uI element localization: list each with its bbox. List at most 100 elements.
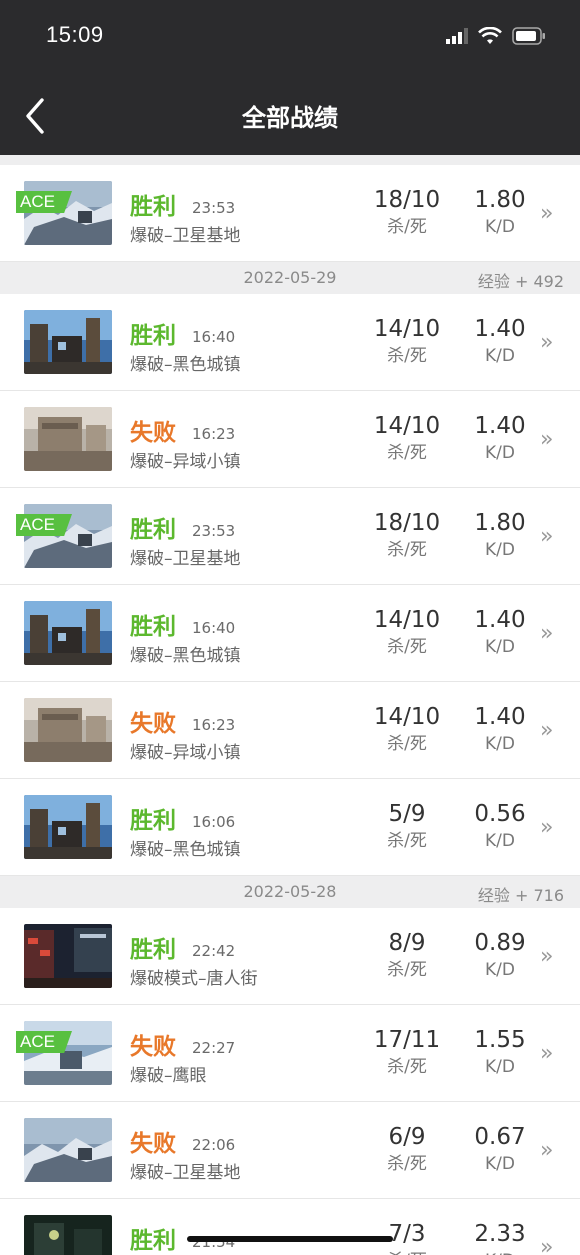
- match-result: 胜利: [130, 937, 176, 963]
- section-exp: 经验 + 716: [477, 886, 564, 905]
- match-result: 胜利: [130, 323, 176, 349]
- nav-bar: 全部战绩: [0, 80, 580, 155]
- match-row[interactable]: 胜利 16:40 爆破–黑色城镇 14/10 杀/死 1.40 K/D »: [0, 585, 580, 682]
- match-result: 失败: [130, 420, 176, 446]
- match-result: 胜利: [130, 194, 176, 220]
- double-chevron-right-icon[interactable]: »: [540, 718, 553, 743]
- kills-deaths-value: 14/10: [373, 704, 441, 730]
- match-result: 失败: [130, 1034, 176, 1060]
- match-row[interactable]: ACE 胜利 23:53 爆破–卫星基地 18/10 杀/死 1.80 K/D »: [0, 488, 580, 585]
- page-title: 全部战绩: [242, 104, 338, 132]
- kills-deaths-value: 6/9: [388, 1124, 426, 1150]
- map-thumbnail: [24, 407, 112, 471]
- kd-ratio-value: 0.89: [474, 930, 526, 956]
- kd-ratio-value: 0.67: [474, 1124, 526, 1150]
- kd-ratio-value: 0.56: [474, 801, 526, 827]
- kd-ratio: 1.40 K/D: [455, 605, 545, 659]
- match-mode: 爆破模式–唐人街: [130, 969, 258, 989]
- match-time: 23:53: [192, 522, 236, 540]
- kd-ratio-value: 1.40: [474, 413, 526, 439]
- kills-deaths: 18/10 杀/死: [362, 508, 452, 562]
- match-mode: 爆破–黑色城镇: [130, 840, 241, 860]
- match-mode: 爆破–异域小镇: [130, 452, 241, 472]
- double-chevron-right-icon[interactable]: »: [540, 1041, 553, 1066]
- kills-deaths: 8/9 杀/死: [362, 928, 452, 982]
- match-row[interactable]: 失败 16:23 爆破–异域小镇 14/10 杀/死 1.40 K/D »: [0, 391, 580, 488]
- kd-ratio: 0.89 K/D: [455, 928, 545, 982]
- match-time: 16:40: [192, 619, 236, 637]
- kills-deaths: 5/9 杀/死: [362, 799, 452, 853]
- battery-icon: [512, 27, 545, 45]
- kills-deaths-label: 杀/死: [387, 217, 427, 237]
- kills-deaths: 6/9 杀/死: [362, 1122, 452, 1176]
- kd-ratio-value: 1.40: [474, 316, 526, 342]
- kd-ratio: 1.55 K/D: [455, 1025, 545, 1079]
- double-chevron-right-icon[interactable]: »: [540, 201, 553, 226]
- double-chevron-right-icon[interactable]: »: [540, 1138, 553, 1163]
- kd-ratio-label: K/D: [485, 443, 515, 463]
- match-row[interactable]: 失败 16:23 爆破–异域小镇 14/10 杀/死 1.40 K/D »: [0, 682, 580, 779]
- kd-ratio-label: K/D: [485, 734, 515, 754]
- match-row[interactable]: ACE 失败 22:27 爆破–鹰眼 17/11 杀/死 1.55 K/D »: [0, 1005, 580, 1102]
- kd-ratio: 1.40 K/D: [455, 411, 545, 465]
- ace-badge: ACE: [16, 1031, 72, 1053]
- match-row[interactable]: 胜利 16:40 爆破–黑色城镇 14/10 杀/死 1.40 K/D »: [0, 294, 580, 391]
- map-thumbnail: [24, 1215, 112, 1255]
- kills-deaths-label: 杀/死: [387, 1057, 427, 1077]
- double-chevron-right-icon[interactable]: »: [540, 330, 553, 355]
- kills-deaths: 18/10 杀/死: [362, 185, 452, 239]
- kills-deaths-value: 17/11: [373, 1027, 441, 1053]
- match-time: 22:27: [192, 1039, 236, 1057]
- kills-deaths-label: 杀/死: [387, 443, 427, 463]
- match-time: 16:23: [192, 716, 236, 734]
- double-chevron-right-icon[interactable]: »: [540, 621, 553, 646]
- match-row[interactable]: 胜利21:54爆破–潜艇7/3杀/死2.33K/D»: [0, 1199, 580, 1255]
- kills-deaths-label: 杀/死: [387, 831, 427, 851]
- match-result: 失败: [130, 1131, 176, 1157]
- match-row[interactable]: 胜利 22:42 爆破模式–唐人街 8/9 杀/死 0.89 K/D »: [0, 908, 580, 1005]
- match-list[interactable]: ACE 胜利 23:53 爆破–卫星基地 18/10 杀/死 1.80 K/D» 2022-05…: [0, 155, 580, 1255]
- double-chevron-right-icon[interactable]: »: [540, 427, 553, 452]
- kills-deaths-label: 杀/死: [387, 540, 427, 560]
- match-time: 16:06: [192, 813, 236, 831]
- kills-deaths: 14/10 杀/死: [362, 702, 452, 756]
- map-thumbnail: [24, 698, 112, 762]
- status-icons: [446, 27, 546, 45]
- match-mode: 爆破–异域小镇: [130, 743, 241, 763]
- kd-ratio-value: 1.80: [474, 187, 526, 213]
- kills-deaths-label: 杀/死: [362, 1249, 452, 1255]
- kills-deaths-label: 杀/死: [387, 346, 427, 366]
- kd-ratio: 0.67 K/D: [455, 1122, 545, 1176]
- section-exp: 经验 + 492: [477, 272, 564, 291]
- status-bar: 15:09: [0, 0, 580, 80]
- kd-ratio: 1.80 K/D: [455, 185, 545, 239]
- kills-deaths-value: 14/10: [373, 607, 441, 633]
- match-mode: 爆破–卫星基地: [130, 549, 241, 569]
- map-thumbnail: [24, 924, 112, 988]
- kd-ratio: 2.33 K/D: [455, 1219, 545, 1255]
- match-row[interactable]: ACE 胜利 23:53 爆破–卫星基地 18/10 杀/死 1.80 K/D »: [0, 165, 580, 262]
- double-chevron-right-icon[interactable]: »: [540, 1235, 553, 1255]
- double-chevron-right-icon[interactable]: »: [540, 524, 553, 549]
- kd-ratio-label: K/D: [455, 1249, 545, 1255]
- kd-ratio-label: K/D: [485, 217, 515, 237]
- double-chevron-right-icon[interactable]: »: [540, 815, 553, 840]
- match-row[interactable]: 胜利 16:06 爆破–黑色城镇 5/9 杀/死 0.56 K/D »: [0, 779, 580, 876]
- kills-deaths-label: 杀/死: [387, 960, 427, 980]
- ace-badge: ACE: [16, 514, 72, 536]
- kills-deaths-value: 14/10: [373, 316, 441, 342]
- map-thumbnail: [24, 795, 112, 859]
- kills-deaths: 14/10 杀/死: [362, 314, 452, 368]
- double-chevron-right-icon[interactable]: »: [540, 944, 553, 969]
- match-mode: 爆破–黑色城镇: [130, 355, 241, 375]
- kd-ratio: 1.40 K/D: [455, 702, 545, 756]
- kills-deaths-value: 18/10: [373, 187, 441, 213]
- match-time: 16:23: [192, 425, 236, 443]
- match-row[interactable]: 失败 22:06 爆破–卫星基地 6/9 杀/死 0.67 K/D »: [0, 1102, 580, 1199]
- kd-ratio-value: 1.80: [474, 510, 526, 536]
- kd-ratio-value: 1.55: [474, 1027, 526, 1053]
- match-result: 胜利: [130, 614, 176, 640]
- kd-ratio: 1.40 K/D: [455, 314, 545, 368]
- kills-deaths: 14/10 杀/死: [362, 605, 452, 659]
- kd-ratio-label: K/D: [485, 1057, 515, 1077]
